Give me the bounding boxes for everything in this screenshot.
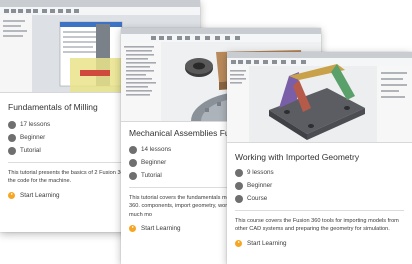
imported-geometry-thumbnail bbox=[227, 52, 412, 143]
divider bbox=[235, 210, 404, 211]
lessons-icon bbox=[129, 145, 137, 154]
play-icon bbox=[8, 191, 15, 199]
type-icon bbox=[235, 194, 243, 203]
lessons-count: 9 lessons bbox=[235, 167, 412, 178]
lessons-icon bbox=[8, 120, 16, 129]
level-icon bbox=[129, 158, 137, 167]
course-type: Course bbox=[235, 193, 412, 204]
level-icon bbox=[235, 181, 243, 190]
play-icon bbox=[129, 224, 136, 232]
level-icon bbox=[8, 133, 16, 142]
course-card-imported-geometry[interactable]: Working with Imported Geometry 9 lessons… bbox=[227, 52, 412, 264]
lessons-icon bbox=[235, 168, 243, 177]
course-description: This course covers the Fusion 360 tools … bbox=[235, 218, 399, 233]
type-icon bbox=[8, 146, 16, 155]
start-learning-link[interactable]: Start Learning bbox=[235, 239, 412, 247]
play-icon bbox=[235, 239, 242, 247]
course-title: Working with Imported Geometry bbox=[235, 152, 360, 162]
skill-level: Beginner bbox=[235, 180, 412, 191]
type-icon bbox=[129, 171, 137, 180]
